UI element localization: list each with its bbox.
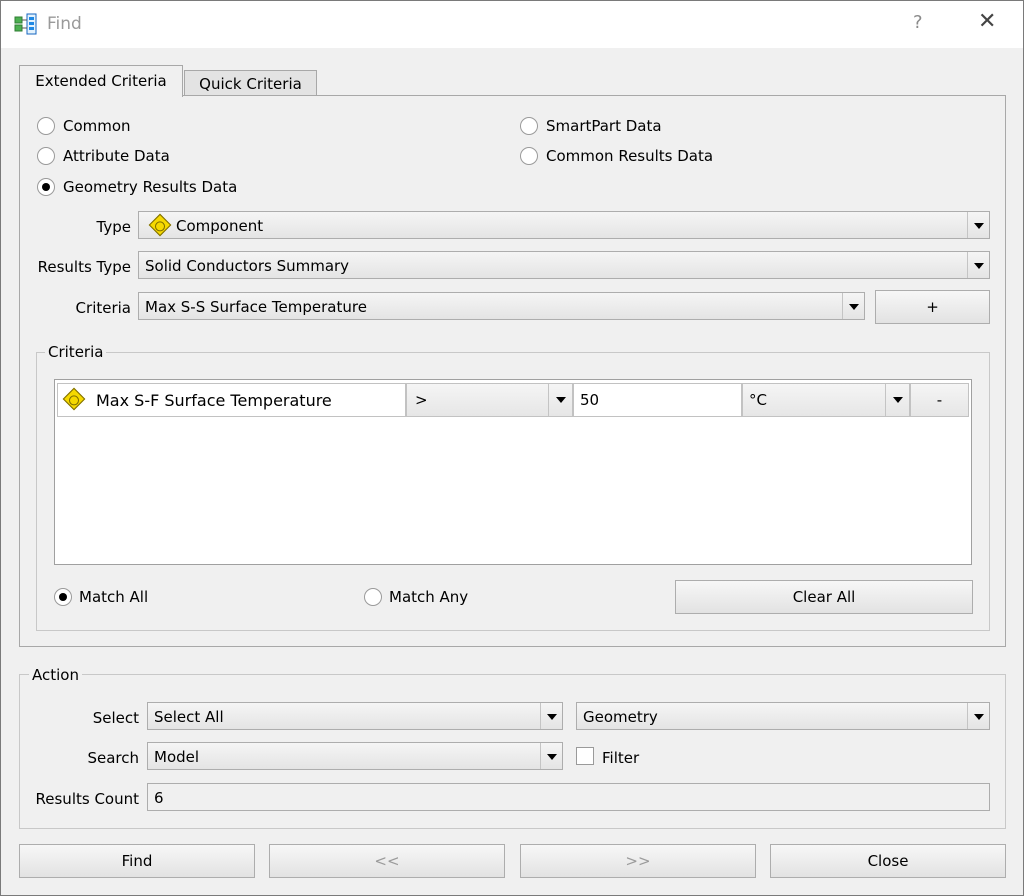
criteria-row-unit: °C xyxy=(749,391,767,409)
next-button[interactable]: >> xyxy=(520,844,756,878)
filter-label: Filter xyxy=(602,749,640,767)
find-button[interactable]: Find xyxy=(19,844,255,878)
type-combo[interactable]: Component xyxy=(138,211,990,239)
clear-all-button[interactable]: Clear All xyxy=(675,580,973,614)
remove-criteria-button[interactable]: - xyxy=(910,383,969,417)
type-label: Type xyxy=(96,218,131,236)
tab-quick-criteria[interactable]: Quick Criteria xyxy=(184,70,317,96)
radio-common-label: Common xyxy=(63,117,131,135)
component-icon xyxy=(62,387,86,411)
criteria-row-value-input[interactable]: 50 xyxy=(573,383,742,417)
action-group-title: Action xyxy=(29,666,82,684)
radio-smartpart-data[interactable] xyxy=(520,117,538,135)
find-dialog: Find ? ✕ Extended Criteria Quick Criteri… xyxy=(0,0,1024,896)
criteria-row-operator: > xyxy=(415,391,428,409)
match-any-label: Match Any xyxy=(389,588,469,606)
select-combo[interactable]: Select All xyxy=(147,702,563,730)
previous-button[interactable]: << xyxy=(269,844,505,878)
radio-common-results-data-label: Common Results Data xyxy=(546,147,714,165)
criteria-label: Criteria xyxy=(75,299,131,317)
criteria-row-operator-combo[interactable]: > xyxy=(406,383,573,417)
target-value: Geometry xyxy=(583,708,658,726)
criteria-row-name-text: Max S-F Surface Temperature xyxy=(96,391,332,410)
search-label: Search xyxy=(87,749,139,767)
component-icon xyxy=(148,213,172,237)
close-button[interactable]: Close xyxy=(770,844,1006,878)
criteria-list: Max S-F Surface Temperature > 50 °C - xyxy=(54,379,972,565)
chevron-down-icon xyxy=(540,743,562,769)
radio-geometry-results-data-label: Geometry Results Data xyxy=(63,178,238,196)
criteria-row-name[interactable]: Max S-F Surface Temperature xyxy=(57,383,406,417)
select-value: Select All xyxy=(154,708,224,726)
search-combo[interactable]: Model xyxy=(147,742,563,770)
add-criteria-button[interactable]: + xyxy=(875,290,990,324)
radio-match-all[interactable] xyxy=(54,588,72,606)
chevron-down-icon xyxy=(548,384,572,416)
radio-attribute-data[interactable] xyxy=(37,147,55,165)
radio-attribute-data-label: Attribute Data xyxy=(63,147,170,165)
chevron-down-icon xyxy=(842,293,864,319)
criteria-row-unit-combo[interactable]: °C xyxy=(742,383,910,417)
tab-extended-criteria[interactable]: Extended Criteria xyxy=(19,65,183,97)
app-icon xyxy=(14,13,37,35)
select-label: Select xyxy=(92,709,139,727)
remove-criteria-label: - xyxy=(936,391,943,409)
radio-common-results-data[interactable] xyxy=(520,147,538,165)
chevron-down-icon xyxy=(967,252,989,278)
radio-match-any[interactable] xyxy=(364,588,382,606)
title-bar: Find ? ✕ xyxy=(1,1,1023,48)
criteria-row-value: 50 xyxy=(580,391,600,409)
results-count-value: 6 xyxy=(154,789,164,807)
search-value: Model xyxy=(154,748,200,766)
help-button[interactable]: ? xyxy=(913,12,923,33)
radio-smartpart-data-label: SmartPart Data xyxy=(546,117,662,135)
results-type-combo[interactable]: Solid Conductors Summary xyxy=(138,251,990,279)
criteria-group-title: Criteria xyxy=(45,343,107,361)
chevron-down-icon xyxy=(885,384,909,416)
target-combo[interactable]: Geometry xyxy=(576,702,990,730)
results-count-label: Results Count xyxy=(35,790,139,808)
results-type-value: Solid Conductors Summary xyxy=(145,257,350,275)
type-value: Component xyxy=(176,217,264,235)
criteria-value: Max S-S Surface Temperature xyxy=(145,298,367,316)
radio-geometry-results-data[interactable] xyxy=(37,178,55,196)
chevron-down-icon xyxy=(540,703,562,729)
chevron-down-icon xyxy=(967,212,989,238)
results-type-label: Results Type xyxy=(37,258,131,276)
window-title: Find xyxy=(47,14,82,34)
filter-checkbox[interactable] xyxy=(576,747,594,765)
results-count-field: 6 xyxy=(147,783,990,811)
radio-common[interactable] xyxy=(37,117,55,135)
close-window-button[interactable]: ✕ xyxy=(978,9,996,35)
chevron-down-icon xyxy=(967,703,989,729)
criteria-combo[interactable]: Max S-S Surface Temperature xyxy=(138,292,865,320)
match-all-label: Match All xyxy=(79,588,149,606)
